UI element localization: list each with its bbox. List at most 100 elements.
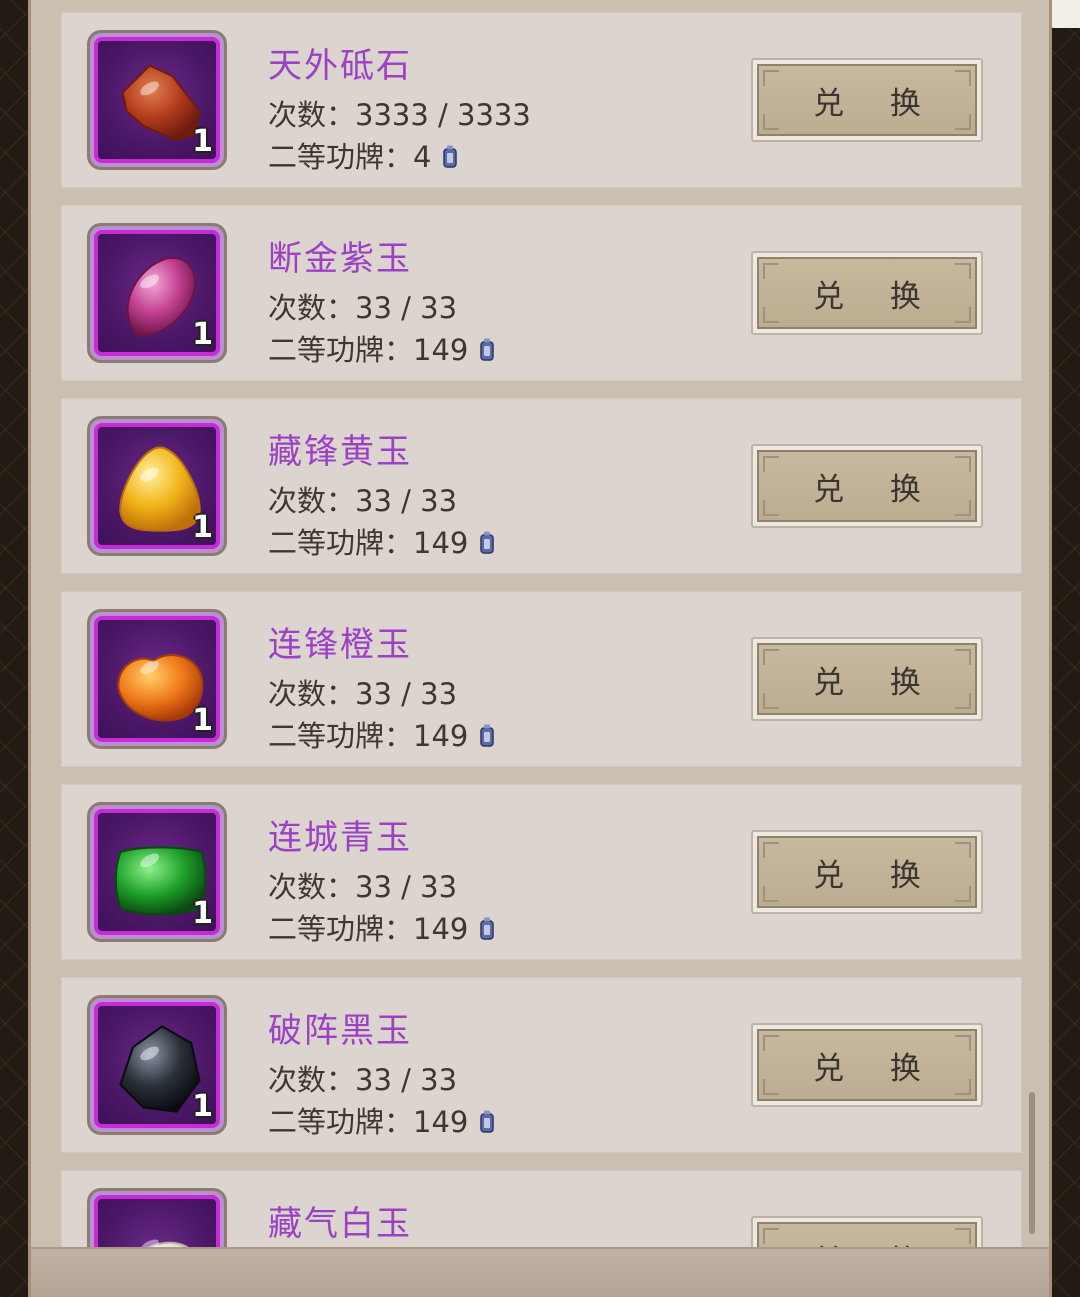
button-ornament <box>763 649 779 665</box>
item-quantity: 1 <box>192 317 213 352</box>
exchange-cost: 二等功牌：149 <box>268 520 496 562</box>
exchange-item-row: 藏气白玉 次数： 二等功牌： 兑 换 <box>61 1170 1022 1248</box>
exchange-button-label: 兑 换 <box>813 1050 939 1087</box>
button-ornament <box>955 263 971 279</box>
medal-icon <box>480 338 495 361</box>
exchange-count: 次数：33 / 33 <box>268 478 457 520</box>
button-ornament <box>955 649 971 665</box>
exchange-count-label: 次数： <box>268 1063 356 1097</box>
exchange-count-value: 33 / 33 <box>355 677 458 711</box>
button-ornament <box>763 1035 779 1051</box>
exchange-item-row: 1 破阵黑玉 次数：33 / 33 二等功牌：149 兑 换 <box>61 977 1022 1153</box>
exchange-cost: 二等功牌：4 <box>268 134 459 176</box>
exchange-count-label: 次数： <box>268 677 356 711</box>
exchange-button[interactable]: 兑 换 <box>751 444 983 528</box>
exchange-button[interactable]: 兑 换 <box>751 830 983 914</box>
exchange-item-row: 1 连锋橙玉 次数：33 / 33 二等功牌：149 兑 换 <box>61 591 1022 767</box>
exchange-count-label: 次数： <box>268 870 356 904</box>
button-ornament <box>955 114 971 130</box>
cost-value: 149 <box>413 526 469 560</box>
medal-icon <box>480 724 495 747</box>
button-ornament <box>955 1228 971 1244</box>
exchange-count-value: 33 / 33 <box>355 1063 458 1097</box>
exchange-cost: 二等功牌：149 <box>268 327 496 369</box>
exchange-item-row: 1 藏锋黄玉 次数：33 / 33 二等功牌：149 兑 换 <box>61 398 1022 574</box>
item-icon-frame[interactable] <box>87 1188 227 1248</box>
cost-value: 149 <box>413 333 469 367</box>
exchange-button[interactable]: 兑 换 <box>751 1216 983 1248</box>
item-quantity: 1 <box>192 1089 213 1124</box>
button-ornament <box>763 886 779 902</box>
item-icon-frame[interactable]: 1 <box>87 995 227 1135</box>
button-ornament <box>955 1079 971 1095</box>
medal-icon <box>443 145 458 168</box>
exchange-panel: 1 天外砥石 次数：3333 / 3333 二等功牌：4 兑 换 1 断金紫玉 … <box>28 0 1052 1297</box>
cost-value: 149 <box>413 912 469 946</box>
exchange-button[interactable]: 兑 换 <box>751 58 983 142</box>
button-ornament <box>955 456 971 472</box>
exchange-count-value: 3333 / 3333 <box>355 98 531 132</box>
item-name: 藏气白玉 <box>268 1204 412 1244</box>
item-name: 破阵黑玉 <box>268 1011 412 1051</box>
medal-icon <box>480 1110 495 1133</box>
button-ornament <box>763 114 779 130</box>
item-icon-frame[interactable]: 1 <box>87 223 227 363</box>
exchange-item-row: 1 断金紫玉 次数：33 / 33 二等功牌：149 兑 换 <box>61 205 1022 381</box>
item-name: 藏锋黄玉 <box>268 432 412 472</box>
item-name: 天外砥石 <box>268 46 412 86</box>
item-icon-slot: 1 <box>94 37 220 163</box>
cost-value: 149 <box>413 1105 469 1139</box>
exchange-button-label: 兑 换 <box>813 278 939 315</box>
item-icon-slot: 1 <box>94 616 220 742</box>
item-name: 连锋橙玉 <box>268 625 412 665</box>
item-icon-frame[interactable]: 1 <box>87 30 227 170</box>
exchange-button[interactable]: 兑 换 <box>751 637 983 721</box>
exchange-button-label: 兑 换 <box>813 471 939 508</box>
scrollbar[interactable] <box>1029 1092 1035 1234</box>
item-quantity: 1 <box>192 510 213 545</box>
cost-value: 4 <box>413 140 432 174</box>
exchange-button-label: 兑 换 <box>813 664 939 701</box>
button-ornament <box>955 307 971 323</box>
exchange-button-face: 兑 换 <box>757 1029 977 1101</box>
item-name: 断金紫玉 <box>268 239 412 279</box>
cost-label: 二等功牌： <box>268 140 414 174</box>
exchange-button-label: 兑 换 <box>813 857 939 894</box>
cost-label: 二等功牌： <box>268 719 414 753</box>
button-ornament <box>955 1035 971 1051</box>
exchange-button-face: 兑 换 <box>757 836 977 908</box>
exchange-button-face: 兑 换 <box>757 450 977 522</box>
exchange-count-value: 33 / 33 <box>355 291 458 325</box>
exchange-count: 次数：3333 / 3333 <box>268 92 531 134</box>
exchange-button-face: 兑 换 <box>757 1222 977 1248</box>
exchange-count-label: 次数： <box>268 291 356 325</box>
button-ornament <box>955 70 971 86</box>
exchange-list[interactable]: 1 天外砥石 次数：3333 / 3333 二等功牌：4 兑 换 1 断金紫玉 … <box>61 12 1022 1248</box>
item-icon-slot: 1 <box>94 423 220 549</box>
exchange-count-label: 次数： <box>268 484 356 518</box>
exchange-cost: 二等功牌：149 <box>268 1099 496 1141</box>
item-icon-slot: 1 <box>94 230 220 356</box>
button-ornament <box>763 1228 779 1244</box>
cost-value: 149 <box>413 719 469 753</box>
button-ornament <box>763 70 779 86</box>
exchange-cost: 二等功牌：149 <box>268 713 496 755</box>
button-ornament <box>763 500 779 516</box>
button-ornament <box>955 886 971 902</box>
cost-label: 二等功牌： <box>268 333 414 367</box>
exchange-item-row: 1 连城青玉 次数：33 / 33 二等功牌：149 兑 换 <box>61 784 1022 960</box>
exchange-button[interactable]: 兑 换 <box>751 251 983 335</box>
exchange-count-value: 33 / 33 <box>355 484 458 518</box>
item-icon-frame[interactable]: 1 <box>87 609 227 749</box>
exchange-button-face: 兑 换 <box>757 257 977 329</box>
item-icon-slot: 1 <box>94 809 220 935</box>
cost-label: 二等功牌： <box>268 912 414 946</box>
item-icon-frame[interactable]: 1 <box>87 802 227 942</box>
exchange-count: 次数：33 / 33 <box>268 285 457 327</box>
item-name: 连城青玉 <box>268 818 412 858</box>
button-ornament <box>763 842 779 858</box>
item-quantity: 1 <box>192 124 213 159</box>
exchange-button[interactable]: 兑 换 <box>751 1023 983 1107</box>
cost-label: 二等功牌： <box>268 1105 414 1139</box>
item-icon-frame[interactable]: 1 <box>87 416 227 556</box>
